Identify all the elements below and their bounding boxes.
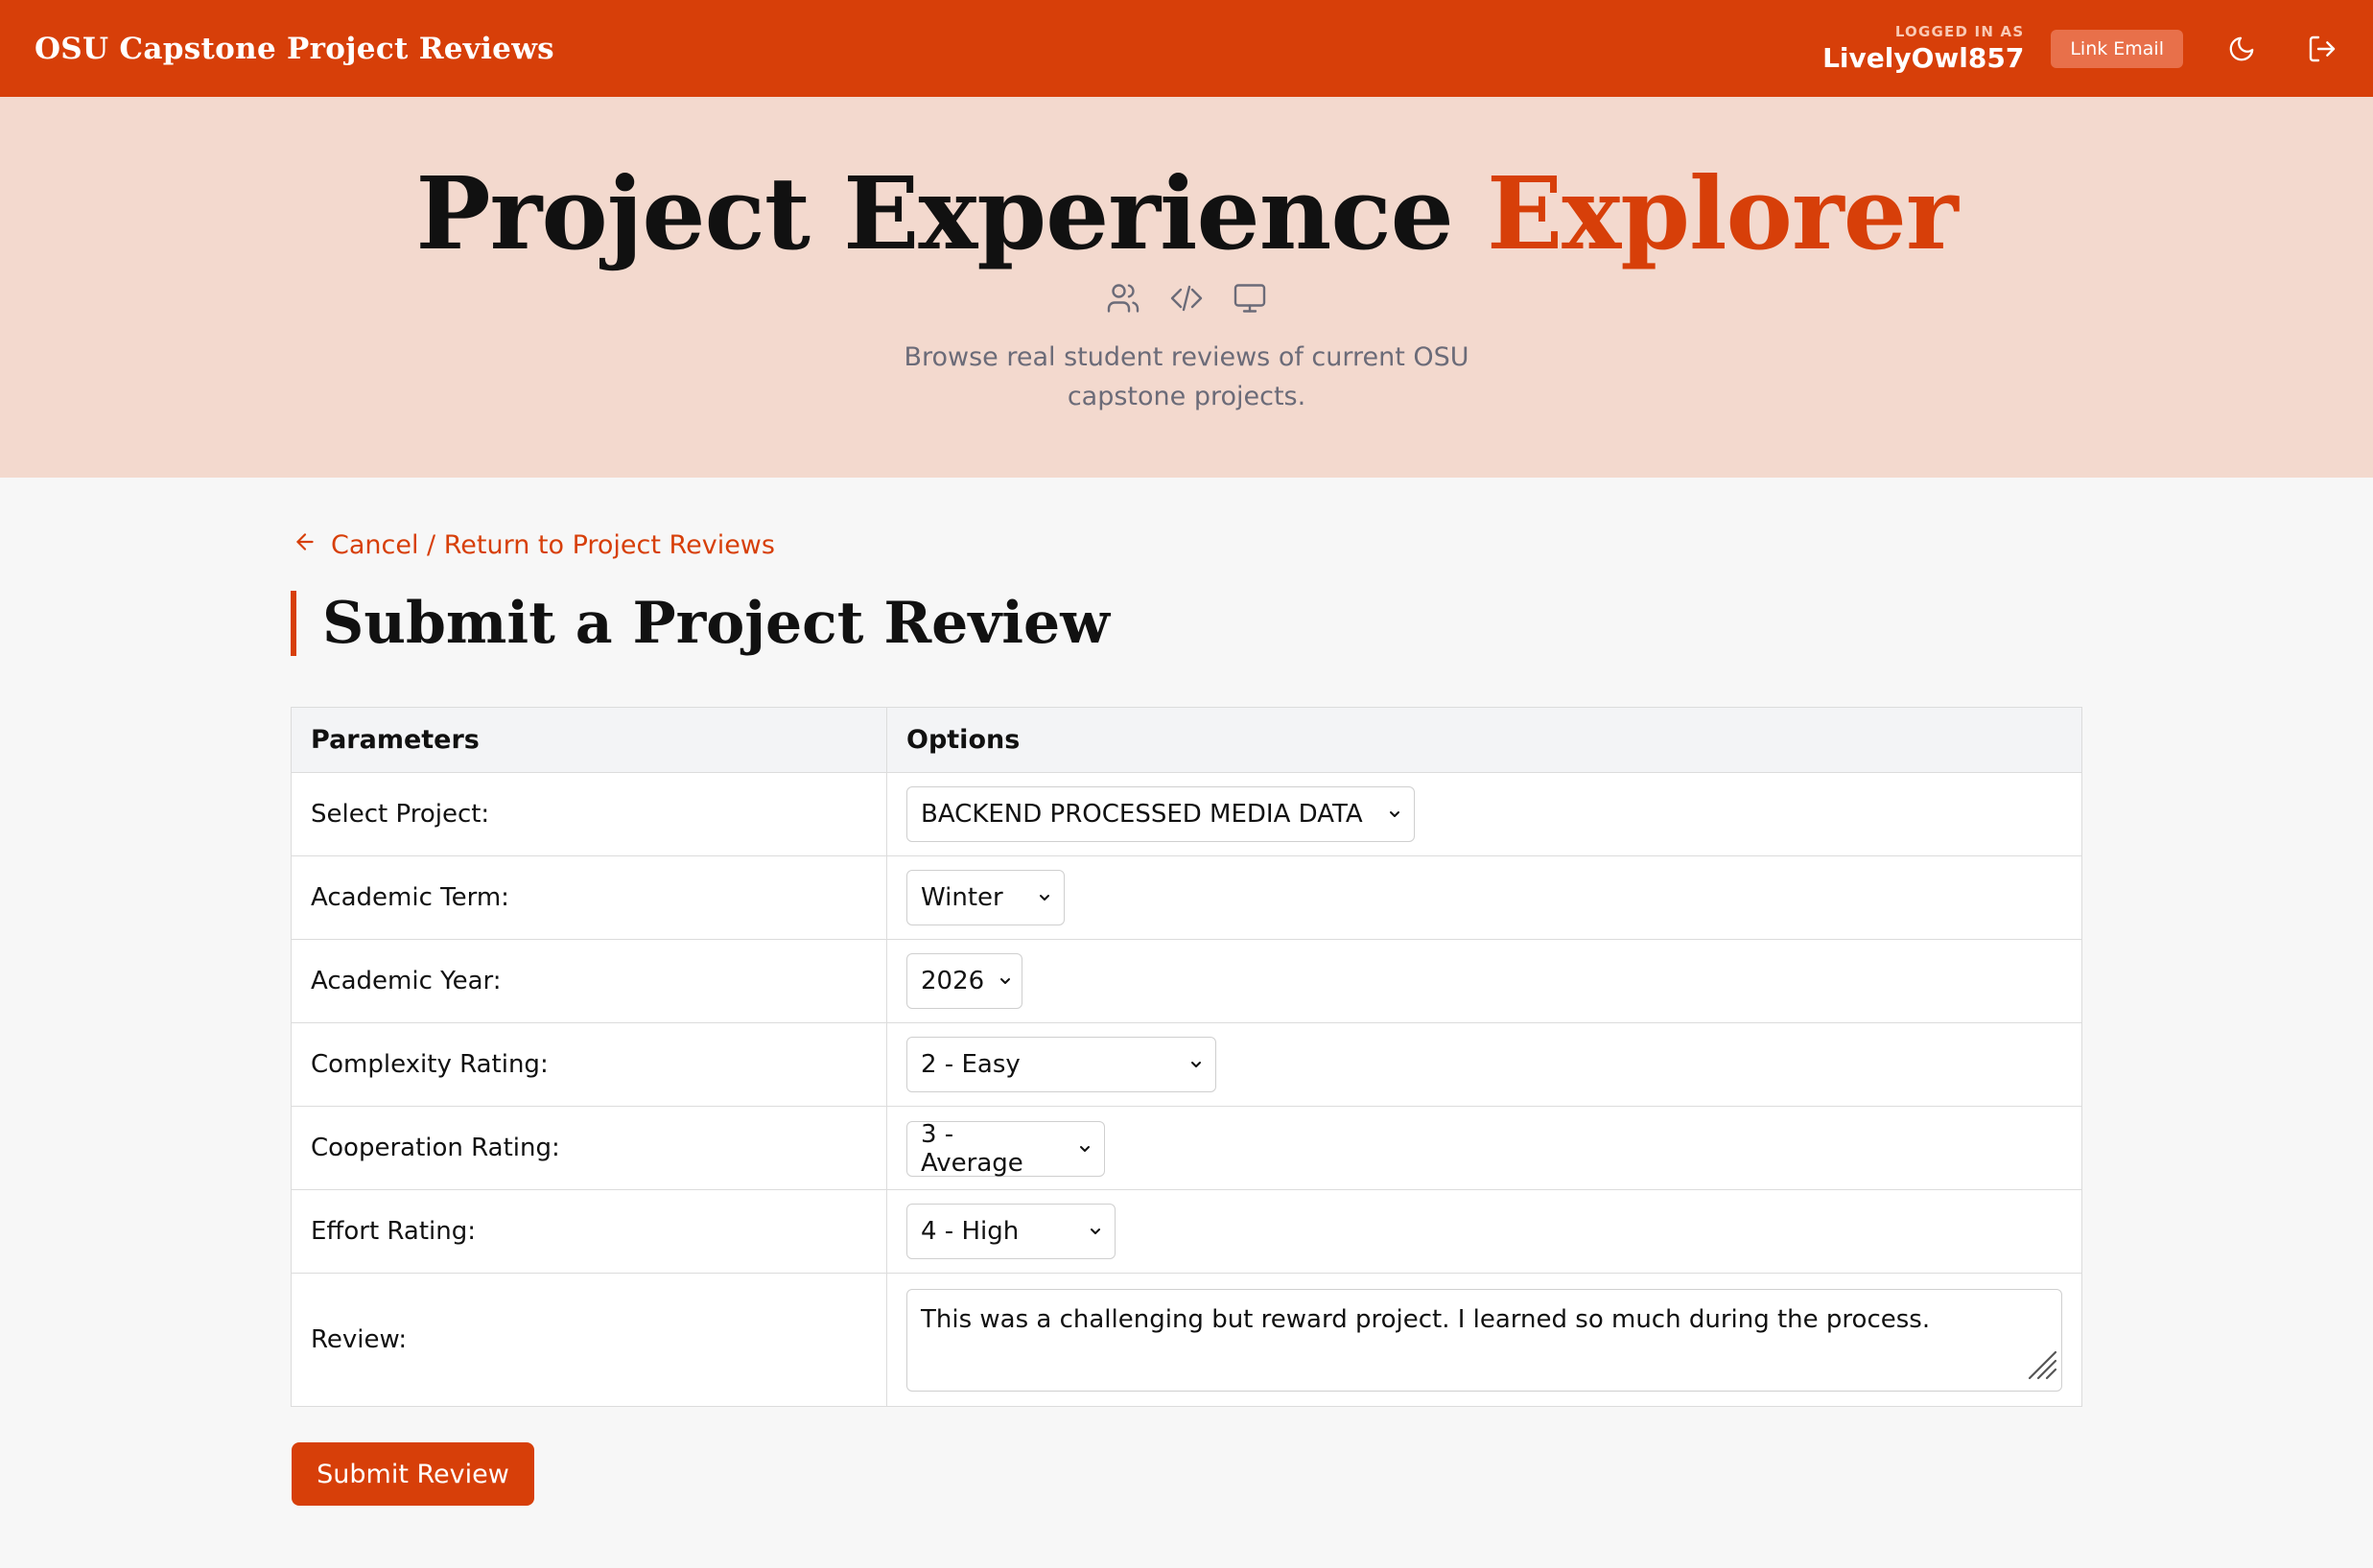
year-select-value: 2026	[921, 967, 985, 995]
header-parameters: Parameters	[291, 707, 887, 773]
param-label: Review:	[291, 1273, 887, 1407]
table-row: Effort Rating: 4 - High	[291, 1189, 2082, 1274]
option-cell: 2 - Easy	[886, 1022, 2082, 1107]
top-nav-bar: OSU Capstone Project Reviews Logged in a…	[0, 0, 2373, 97]
option-cell: 4 - High	[886, 1189, 2082, 1274]
users-icon	[1106, 281, 1140, 319]
option-cell: 2026	[886, 939, 2082, 1023]
table-row: Academic Year: 2026	[291, 939, 2082, 1023]
table-row: Cooperation Rating: 3 - Average	[291, 1106, 2082, 1190]
param-label: Select Project:	[291, 772, 887, 856]
table-row: Select Project: BACKEND PROCESSED MEDIA …	[291, 772, 2082, 856]
table-row: Review: This was a challenging but rewar…	[291, 1273, 2082, 1407]
option-cell: BACKEND PROCESSED MEDIA DATA	[886, 772, 2082, 856]
logout-icon[interactable]	[2306, 33, 2338, 65]
chevron-down-icon	[1077, 1141, 1093, 1157]
cooperation-select[interactable]: 3 - Average	[906, 1119, 1105, 1178]
submit-review-button[interactable]: Submit Review	[292, 1442, 534, 1506]
hero-subtitle: Browse real student reviews of current O…	[904, 342, 1469, 411]
code-icon	[1169, 281, 1204, 319]
hero-icons	[0, 281, 2373, 319]
effort-select[interactable]: 4 - High	[906, 1204, 1116, 1259]
table-row: Complexity Rating: 2 - Easy	[291, 1022, 2082, 1107]
year-select[interactable]: 2026	[906, 953, 1022, 1009]
option-cell: 3 - Average	[886, 1106, 2082, 1190]
project-select-value: BACKEND PROCESSED MEDIA DATA	[921, 800, 1363, 829]
term-select-value: Winter	[921, 883, 1003, 912]
param-label: Effort Rating:	[291, 1189, 887, 1274]
param-label: Academic Term:	[291, 855, 887, 940]
project-select[interactable]: BACKEND PROCESSED MEDIA DATA	[906, 786, 1415, 842]
review-text: This was a challenging but reward projec…	[921, 1304, 1931, 1334]
review-form-table: Parameters Options Select Project: BACKE…	[291, 707, 2082, 1407]
chevron-down-icon	[1188, 1057, 1204, 1072]
moon-icon[interactable]	[2225, 33, 2258, 65]
username: LivelyOwl857	[1822, 42, 2025, 74]
header-options: Options	[886, 707, 2082, 773]
chevron-down-icon	[998, 973, 1013, 989]
complexity-select-value: 2 - Easy	[921, 1050, 1021, 1079]
cancel-return-label: Cancel / Return to Project Reviews	[331, 530, 775, 560]
hero-title: Project Experience Explorer	[0, 154, 2373, 272]
effort-select-value: 4 - High	[921, 1217, 1020, 1246]
arrow-left-icon	[293, 529, 317, 561]
hero-banner: Project Experience Explorer Browse real …	[0, 97, 2373, 478]
table-header-row: Parameters Options	[291, 707, 2082, 773]
table-row: Academic Term: Winter	[291, 855, 2082, 940]
chevron-down-icon	[1387, 807, 1402, 822]
monitor-icon	[1233, 281, 1267, 319]
cancel-return-link[interactable]: Cancel / Return to Project Reviews	[293, 529, 775, 561]
option-cell: This was a challenging but reward projec…	[886, 1273, 2082, 1407]
resize-handle-icon[interactable]	[2024, 1346, 2058, 1388]
review-textarea[interactable]: This was a challenging but reward projec…	[906, 1288, 2062, 1392]
brand-title[interactable]: OSU Capstone Project Reviews	[35, 32, 554, 66]
cooperation-select-value: 3 - Average	[921, 1119, 1023, 1178]
hero-title-main: Project Experience	[415, 154, 1453, 272]
param-label: Complexity Rating:	[291, 1022, 887, 1107]
complexity-select[interactable]: 2 - Easy	[906, 1037, 1216, 1092]
chevron-down-icon	[1037, 890, 1052, 905]
user-block: Logged in as LivelyOwl857	[1822, 23, 2024, 74]
option-cell: Winter	[886, 855, 2082, 940]
nav-right: Logged in as LivelyOwl857 Link Email	[1822, 23, 2338, 74]
param-label: Academic Year:	[291, 939, 887, 1023]
link-email-button[interactable]: Link Email	[2051, 29, 2183, 68]
param-label: Cooperation Rating:	[291, 1106, 887, 1190]
chevron-down-icon	[1088, 1224, 1103, 1239]
page-title: Submit a Project Review	[291, 591, 1110, 656]
hero-title-accent: Explorer	[1487, 154, 1959, 272]
logged-in-label: Logged in as	[1894, 23, 2025, 40]
term-select[interactable]: Winter	[906, 870, 1065, 925]
